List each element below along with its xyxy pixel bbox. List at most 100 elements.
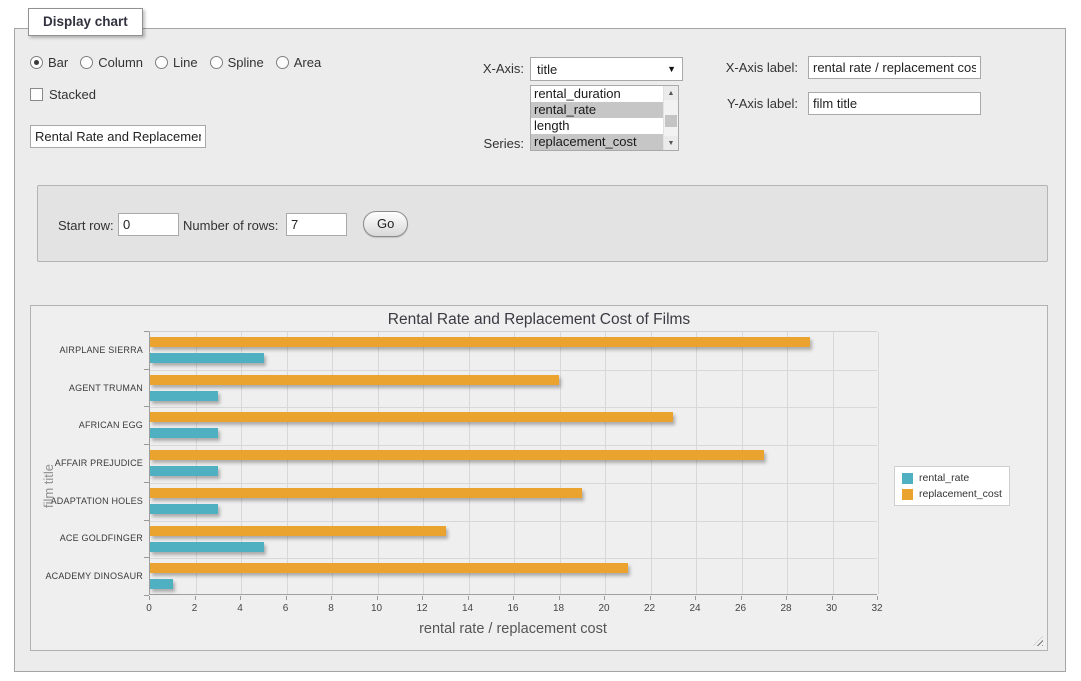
series-option-rental_rate[interactable]: rental_rate <box>531 102 663 118</box>
legend-label: rental_rate <box>919 472 969 484</box>
stacked-checkbox[interactable] <box>30 88 43 101</box>
scroll-up-icon[interactable]: ▲ <box>664 86 678 100</box>
x-tick-label: 20 <box>589 603 619 614</box>
radio-icon[interactable] <box>30 56 43 69</box>
x-axis-select[interactable]: title ▼ <box>530 57 683 81</box>
bar-rental_rate[interactable] <box>150 504 218 514</box>
x-tick-label: 26 <box>726 603 756 614</box>
radio-label: Area <box>294 55 321 70</box>
series-scrollbar[interactable]: ▲ ▼ <box>663 86 678 150</box>
y-tick <box>144 520 149 521</box>
stacked-checkbox-row[interactable]: Stacked <box>30 87 96 102</box>
series-listbox[interactable]: rental_durationrental_ratelengthreplacem… <box>530 85 679 151</box>
chart-type-radio-spline[interactable]: Spline <box>210 55 264 70</box>
grid-line <box>696 332 697 594</box>
x-axis-title: rental rate / replacement cost <box>313 621 713 637</box>
resize-handle-icon[interactable] <box>1033 636 1043 646</box>
x-axis-selected-value: title <box>537 62 557 77</box>
radio-label: Column <box>98 55 143 70</box>
bar-replacement_cost[interactable] <box>150 526 446 536</box>
legend-label: replacement_cost <box>919 488 1002 500</box>
radio-label: Bar <box>48 55 68 70</box>
bar-replacement_cost[interactable] <box>150 375 559 385</box>
chart-type-radio-column[interactable]: Column <box>80 55 143 70</box>
series-option-rental_duration[interactable]: rental_duration <box>531 86 663 102</box>
bar-rental_rate[interactable] <box>150 391 218 401</box>
x-tick-label: 12 <box>407 603 437 614</box>
num-rows-label: Number of rows: <box>183 218 278 233</box>
chart-type-radio-bar[interactable]: Bar <box>30 55 68 70</box>
grid-line <box>833 332 834 594</box>
x-axis-select-label: X-Axis: <box>450 61 524 76</box>
x-tick-label: 16 <box>498 603 528 614</box>
y-tick <box>144 444 149 445</box>
bar-rental_rate[interactable] <box>150 428 218 438</box>
chart-title-input[interactable] <box>30 125 206 148</box>
legend-swatch <box>902 473 913 484</box>
legend: rental_rate replacement_cost <box>894 466 1010 506</box>
x-tick-label: 14 <box>453 603 483 614</box>
scrollbar-thumb[interactable] <box>665 115 677 127</box>
chart-type-radio-line[interactable]: Line <box>155 55 198 70</box>
x-tick-label: 2 <box>180 603 210 614</box>
series-option-length[interactable]: length <box>531 118 663 134</box>
grid-line <box>332 332 333 594</box>
x-tick <box>695 596 696 600</box>
radio-icon[interactable] <box>210 56 223 69</box>
bar-replacement_cost[interactable] <box>150 488 582 498</box>
grid-line <box>605 332 606 594</box>
bar-replacement_cost[interactable] <box>150 450 764 460</box>
chart-type-radio-area[interactable]: Area <box>276 55 321 70</box>
x-tick-label: 6 <box>271 603 301 614</box>
bar-rental_rate[interactable] <box>150 466 218 476</box>
x-axis-label-input[interactable] <box>808 56 981 79</box>
series-select-label: Series: <box>450 136 524 151</box>
radio-icon[interactable] <box>276 56 289 69</box>
y-axis-title: film title <box>41 426 57 546</box>
radio-label: Spline <box>228 55 264 70</box>
grid-line <box>742 332 743 594</box>
grid-line <box>150 445 877 446</box>
series-option-replacement_cost[interactable]: replacement_cost <box>531 134 663 150</box>
radio-icon[interactable] <box>155 56 168 69</box>
x-tick <box>786 596 787 600</box>
num-rows-input[interactable] <box>286 213 347 236</box>
grid-line <box>287 332 288 594</box>
x-tick-label: 4 <box>225 603 255 614</box>
bar-replacement_cost[interactable] <box>150 563 628 573</box>
y-axis-label-label: Y-Axis label: <box>706 96 798 111</box>
grid-line <box>423 332 424 594</box>
chart-title: Rental Rate and Replacement Cost of Film… <box>31 311 1047 329</box>
x-tick-label: 8 <box>316 603 346 614</box>
x-tick <box>286 596 287 600</box>
grid-line <box>241 332 242 594</box>
y-axis-label-input[interactable] <box>808 92 981 115</box>
bar-replacement_cost[interactable] <box>150 412 673 422</box>
y-tick <box>144 369 149 370</box>
grid-line <box>378 332 379 594</box>
grid-line <box>469 332 470 594</box>
start-row-input[interactable] <box>118 213 179 236</box>
x-tick <box>877 596 878 600</box>
bar-rental_rate[interactable] <box>150 542 264 552</box>
radio-icon[interactable] <box>80 56 93 69</box>
bar-replacement_cost[interactable] <box>150 337 810 347</box>
legend-item-rental_rate[interactable]: rental_rate <box>902 472 1002 484</box>
x-tick <box>149 596 150 600</box>
stacked-label: Stacked <box>49 87 96 102</box>
x-tick <box>422 596 423 600</box>
grid-line <box>560 332 561 594</box>
go-button[interactable]: Go <box>363 211 408 237</box>
legend-swatch <box>902 489 913 500</box>
x-tick <box>832 596 833 600</box>
category-label: ACADEMY DINOSAUR <box>33 571 143 581</box>
scroll-down-icon[interactable]: ▼ <box>664 136 678 150</box>
row-range-panel: Start row: Number of rows: Go <box>37 185 1048 262</box>
bar-rental_rate[interactable] <box>150 579 173 589</box>
scrollbar-track[interactable] <box>664 100 678 136</box>
legend-item-replacement_cost[interactable]: replacement_cost <box>902 488 1002 500</box>
chart-type-radio-group: Bar Column Line Spline Area <box>30 55 321 70</box>
grid-line <box>150 558 877 559</box>
bar-rental_rate[interactable] <box>150 353 264 363</box>
grid-line <box>150 370 877 371</box>
